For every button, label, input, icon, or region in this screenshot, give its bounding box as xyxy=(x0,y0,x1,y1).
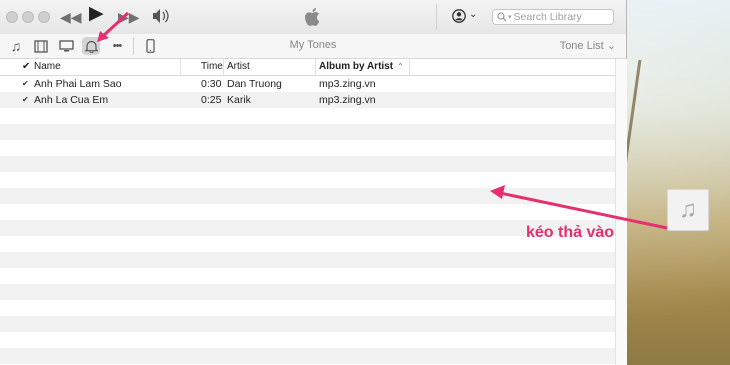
arrow-to-tones-icon xyxy=(97,11,130,42)
arrow-to-track-list xyxy=(490,185,668,230)
annotation-arrows xyxy=(97,11,668,230)
